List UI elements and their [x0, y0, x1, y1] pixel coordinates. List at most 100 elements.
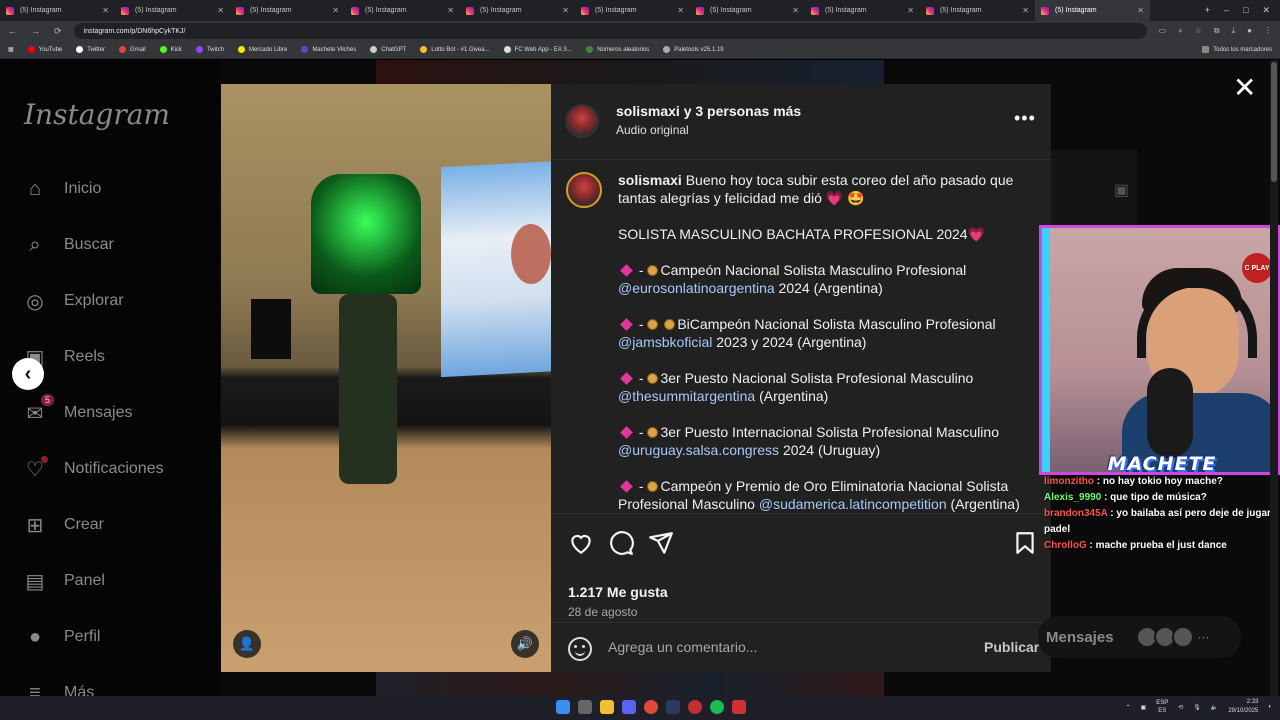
url-field[interactable]: instagram.com/p/DN6hpCykTKJ/: [73, 23, 1147, 39]
download-icon[interactable]: ⤓: [1232, 26, 1236, 36]
browser-tab[interactable]: (5) Instagram ✕: [690, 0, 805, 21]
sidebar-item-explorar[interactable]: ◎ Explorar: [22, 288, 123, 314]
bookmark-item[interactable]: FC Web App - EA S...: [503, 46, 572, 53]
caption-area[interactable]: solismaxi Bueno hoy toca subir esta core…: [551, 160, 1051, 513]
like-count[interactable]: 1.217 Me gusta: [568, 584, 668, 600]
close-window-icon[interactable]: ✕: [1262, 5, 1270, 16]
zoom-icon[interactable]: ⌕: [1178, 26, 1182, 36]
share-icon[interactable]: [648, 530, 674, 556]
more-options-icon[interactable]: •••: [1014, 108, 1036, 129]
close-tab-icon[interactable]: ✕: [332, 6, 339, 15]
sidebar-item-buscar[interactable]: ⌕ Buscar: [22, 232, 113, 258]
audio-label[interactable]: Audio original: [616, 123, 689, 137]
browser-tab[interactable]: (5) Instagram ✕: [0, 0, 115, 21]
tagged-users-icon[interactable]: 👤: [233, 630, 261, 658]
close-tab-icon[interactable]: ✕: [562, 6, 569, 15]
recording-app-icon[interactable]: [732, 700, 746, 714]
bookmark-item[interactable]: Lotto Bot - #1 Givea...: [420, 46, 490, 53]
explorer-icon[interactable]: [600, 700, 614, 714]
chrome-menu-icon[interactable]: ⋮: [1264, 26, 1272, 36]
emoji-icon[interactable]: [568, 637, 592, 661]
sidebar-item-inicio[interactable]: ⌂ Inicio: [22, 176, 101, 202]
spotify-icon[interactable]: [710, 700, 724, 714]
like-icon[interactable]: [568, 530, 594, 556]
browser-tab[interactable]: (5) Instagram ✕: [1035, 0, 1150, 21]
sidebar-item-más[interactable]: ≡ Más: [22, 680, 94, 697]
bookmark-star-icon[interactable]: ☆: [1195, 26, 1202, 36]
close-tab-icon[interactable]: ✕: [217, 6, 224, 15]
post-video[interactable]: 👤 🔊: [221, 84, 551, 672]
previous-post-button[interactable]: ‹: [12, 358, 44, 390]
bookmark-item[interactable]: Kick: [159, 46, 182, 53]
mention-link[interactable]: @sudamerica.latincompetition: [759, 496, 947, 512]
close-tab-icon[interactable]: ✕: [677, 6, 684, 15]
bookmark-item[interactable]: Mercado Libre: [237, 46, 287, 53]
mention-link[interactable]: @eurosonlatinoargentina: [618, 280, 775, 296]
bookmark-item[interactable]: Machete Vilches: [301, 46, 356, 53]
cast-icon[interactable]: ▭: [1159, 26, 1167, 36]
post-author[interactable]: solismaxi y 3 personas más: [616, 103, 801, 119]
app-icon[interactable]: [688, 700, 702, 714]
browser-tab[interactable]: (5) Instagram ✕: [460, 0, 575, 21]
sync-icon[interactable]: ⟲: [1178, 704, 1183, 711]
close-tab-icon[interactable]: ✕: [1137, 6, 1144, 15]
language-indicator[interactable]: ESP ES: [1156, 699, 1168, 715]
close-tab-icon[interactable]: ✕: [1022, 6, 1029, 15]
apps-icon[interactable]: ▦: [8, 46, 14, 53]
sidebar-item-perfil[interactable]: ● Perfil: [22, 624, 101, 650]
mention-link[interactable]: @thesummitargentina: [618, 388, 755, 404]
new-tab-icon[interactable]: +: [1205, 5, 1210, 16]
bookmark-item[interactable]: Números aleatorios: [586, 46, 649, 53]
caption-username[interactable]: solismaxi: [618, 172, 682, 188]
bookmark-item[interactable]: ChatGPT: [370, 46, 406, 53]
mention-link[interactable]: @jamsbkoficial: [618, 334, 712, 350]
comment-input[interactable]: Agrega un comentario...: [608, 639, 757, 655]
tray-chevron-icon[interactable]: ⌃: [1125, 704, 1130, 711]
sidebar-item-crear[interactable]: ⊞ Crear: [22, 512, 104, 538]
close-tab-icon[interactable]: ✕: [907, 6, 914, 15]
bookmark-item[interactable]: Paletools v25.1.19: [663, 46, 724, 53]
forward-icon[interactable]: →: [31, 26, 40, 37]
notifications-tray-icon[interactable]: ◐: [1268, 704, 1272, 710]
minimize-icon[interactable]: –: [1224, 5, 1229, 16]
maximize-icon[interactable]: □: [1243, 5, 1248, 16]
browser-tab[interactable]: (5) Instagram ✕: [805, 0, 920, 21]
close-tab-icon[interactable]: ✕: [792, 6, 799, 15]
messages-pill[interactable]: Mensajes ···: [1038, 616, 1241, 658]
mention-link[interactable]: @uruguay.salsa.congress: [618, 442, 779, 458]
bookmark-item[interactable]: Gmail: [118, 46, 146, 53]
page-scrollbar[interactable]: [1270, 60, 1278, 696]
bookmark-item[interactable]: Twitch: [195, 46, 224, 53]
sidebar-item-mensajes[interactable]: ✉ 5 Mensajes: [22, 394, 132, 426]
browser-tab[interactable]: (5) Instagram ✕: [115, 0, 230, 21]
browser-tab[interactable]: (5) Instagram ✕: [920, 0, 1035, 21]
search-taskbar-icon[interactable]: [578, 700, 592, 714]
browser-tab[interactable]: (5) Instagram ✕: [230, 0, 345, 21]
save-icon[interactable]: [1012, 530, 1038, 556]
bookmark-item[interactable]: Twitter: [76, 46, 105, 53]
sidebar-item-notificaciones[interactable]: ♡ Notificaciones: [22, 456, 164, 482]
browser-tab[interactable]: (5) Instagram ✕: [345, 0, 460, 21]
comment-icon[interactable]: [608, 530, 634, 556]
profile-icon[interactable]: ●: [1247, 26, 1252, 36]
back-icon[interactable]: ←: [8, 26, 17, 37]
instagram-logo[interactable]: Instagram: [24, 98, 170, 131]
start-icon[interactable]: [556, 700, 570, 714]
all-bookmarks[interactable]: Todos los marcadores: [1202, 46, 1272, 53]
volume-icon[interactable]: 🔊: [511, 630, 539, 658]
bookmark-item[interactable]: YouTube: [27, 46, 62, 53]
chrome-icon[interactable]: [644, 700, 658, 714]
reload-icon[interactable]: ⟳: [54, 26, 62, 37]
close-modal-icon[interactable]: ✕: [1233, 74, 1256, 102]
close-tab-icon[interactable]: ✕: [102, 6, 109, 15]
discord-icon[interactable]: [622, 700, 636, 714]
mic-tray-icon[interactable]: 🎙: [1193, 704, 1201, 711]
extensions-icon[interactable]: ⧉: [1214, 26, 1220, 36]
steam-icon[interactable]: [666, 700, 680, 714]
caption-avatar[interactable]: [566, 172, 602, 208]
speaker-tray-icon[interactable]: 🔈: [1211, 704, 1218, 711]
clock[interactable]: 2:33 29/10/2025: [1228, 698, 1258, 716]
close-tab-icon[interactable]: ✕: [447, 6, 454, 15]
sidebar-item-panel[interactable]: ▤ Panel: [22, 568, 105, 594]
publish-button[interactable]: Publicar: [984, 639, 1039, 655]
